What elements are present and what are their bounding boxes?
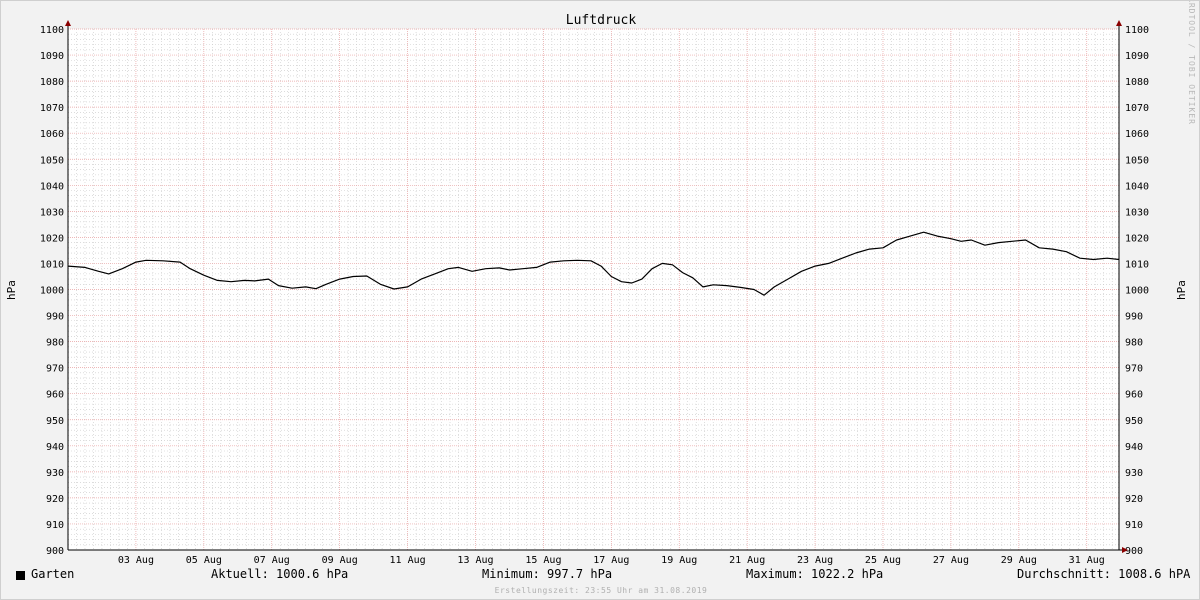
x-tick-label: 17 Aug [593, 555, 629, 566]
x-tick-label: 19 Aug [661, 555, 697, 566]
y-tick-label-right: 920 [1125, 494, 1143, 505]
x-tick-label: 07 Aug [254, 555, 290, 566]
x-tick-label: 09 Aug [322, 555, 358, 566]
y-tick-label-left: 1050 [40, 155, 64, 166]
y-tick-label-right: 1040 [1125, 181, 1149, 192]
y-axis-label-left: hPa [5, 280, 18, 300]
y-tick-label-left: 1100 [40, 25, 64, 36]
x-tick-label: 27 Aug [933, 555, 969, 566]
y-tick-label-left: 930 [46, 468, 64, 479]
y-tick-label-right: 1080 [1125, 77, 1149, 88]
luftdruck-chart: 900 910 920 930 940 950 960 970 980 990 1000 1010 10… [5, 1, 1196, 566]
y-tick-label-right: 940 [1125, 442, 1143, 453]
y-tick-label-right: 910 [1125, 520, 1143, 531]
legend: Garten Aktuell: 1000.6 hPa Minimum: 997.… [1, 567, 1200, 585]
creation-time-footer: Erstellungszeit: 23:55 Uhr am 31.08.2019 [494, 586, 708, 595]
y-tick-label-right: 970 [1125, 364, 1143, 375]
x-tick-label: 29 Aug [1001, 555, 1037, 566]
legend-average: Durchschnitt: 1008.6 hPA [1017, 567, 1191, 581]
y-tick-label-right: 900 [1125, 546, 1143, 557]
y-tick-label-right: 1070 [1125, 103, 1149, 114]
y-tick-label-right: 930 [1125, 468, 1143, 479]
watermark: RRDTOOL / TOBI OETIKER [1187, 1, 1196, 125]
y-tick-label-left: 990 [46, 312, 64, 323]
y-tick-label-left: 910 [46, 520, 64, 531]
y-tick-label-right: 1090 [1125, 51, 1149, 62]
y-tick-label-right: 960 [1125, 390, 1143, 401]
y-axis-arrow-right [1116, 20, 1122, 26]
y-tick-label-left: 1090 [40, 51, 64, 62]
legend-current: Aktuell: 1000.6 hPa [211, 567, 349, 581]
y-tick-label-right: 1060 [1125, 129, 1149, 140]
y-tick-label-left: 1070 [40, 103, 64, 114]
x-tick-label: 13 Aug [457, 555, 493, 566]
x-tick-label: 21 Aug [729, 555, 765, 566]
legend-maximum: Maximum: 1022.2 hPa [746, 567, 884, 581]
y-tick-label-left: 1020 [40, 233, 64, 244]
y-tick-label-left: 1030 [40, 207, 64, 218]
y-tick-label-right: 950 [1125, 416, 1143, 427]
y-tick-label-left: 940 [46, 442, 64, 453]
chart-frame: 900 910 920 930 940 950 960 970 980 990 1000 1010 10… [0, 0, 1200, 600]
y-tick-label-left: 1060 [40, 129, 64, 140]
legend-swatch [16, 571, 25, 580]
y-tick-label-right: 1030 [1125, 207, 1149, 218]
y-tick-label-right: 1000 [1125, 286, 1149, 297]
y-tick-label-right: 1100 [1125, 25, 1149, 36]
y-tick-label-right: 1020 [1125, 233, 1149, 244]
y-axis-label-right: hPa [1175, 280, 1188, 300]
y-tick-label-left: 1080 [40, 77, 64, 88]
y-tick-label-right: 1050 [1125, 155, 1149, 166]
x-tick-label: 31 Aug [1069, 555, 1105, 566]
legend-minimum: Minimum: 997.7 hPa [482, 567, 613, 581]
legend-series-name: Garten [31, 567, 75, 581]
y-tick-label-left: 1040 [40, 181, 64, 192]
x-tick-label: 03 Aug [118, 555, 154, 566]
y-tick-label-right: 990 [1125, 312, 1143, 323]
y-tick-label-left: 950 [46, 416, 64, 427]
x-tick-label: 23 Aug [797, 555, 833, 566]
x-tick-label: 25 Aug [865, 555, 901, 566]
x-tick-label: 15 Aug [525, 555, 561, 566]
y-tick-label-left: 1010 [40, 259, 64, 270]
y-tick-label-left: 980 [46, 338, 64, 349]
x-tick-label: 11 Aug [390, 555, 426, 566]
y-axis-arrow-left [65, 20, 71, 26]
y-tick-label-right: 980 [1125, 338, 1143, 349]
y-tick-label-right: 1010 [1125, 259, 1149, 270]
y-tick-label-left: 960 [46, 390, 64, 401]
plot-area [68, 29, 1119, 550]
y-tick-label-left: 1000 [40, 286, 64, 297]
y-tick-label-left: 920 [46, 494, 64, 505]
chart-title: Luftdruck [566, 13, 637, 28]
y-tick-label-left: 970 [46, 364, 64, 375]
x-tick-label: 05 Aug [186, 555, 222, 566]
y-tick-label-left: 900 [46, 546, 64, 557]
